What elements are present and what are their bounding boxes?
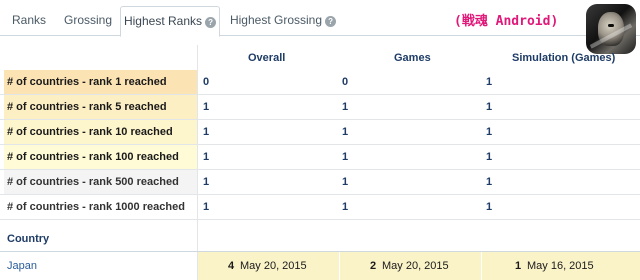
- country-header: Country: [7, 233, 50, 245]
- cell-value: 1: [486, 101, 493, 113]
- row-label: # of countries - rank 500 reached: [4, 170, 197, 194]
- table-header: Overall Games Simulation (Games): [0, 46, 640, 70]
- tab-highest-grossing[interactable]: Highest Grossing?: [224, 6, 342, 36]
- cell-value: 1: [486, 76, 493, 88]
- column-header-games: Games: [394, 52, 431, 64]
- cell-value: 1: [203, 151, 210, 163]
- cell-value: 1: [486, 201, 493, 213]
- cell-value: 0: [342, 76, 349, 88]
- rank-date: May 20, 2015: [382, 260, 449, 272]
- cell-value: 1: [486, 176, 493, 188]
- cell-value: 1: [203, 101, 210, 113]
- table-row: # of countries - rank 500 reached 1 1 1: [0, 170, 640, 195]
- country-cell-simulation-games: 1 May 16, 2015: [482, 252, 640, 280]
- country-cell-overall: 4 May 20, 2015: [198, 252, 339, 280]
- table-row: # of countries - rank 1000 reached 1 1 1: [0, 195, 640, 220]
- cell-value: 1: [342, 101, 349, 113]
- cell-value: 1: [342, 201, 349, 213]
- country-row: Japan 4 May 20, 2015 2 May 20, 2015 1 Ma…: [0, 251, 640, 280]
- country-link-japan[interactable]: Japan: [7, 260, 37, 272]
- column-header-overall: Overall: [248, 52, 286, 64]
- tab-highest-ranks-label: Highest Ranks: [123, 14, 203, 28]
- table-row: # of countries - rank 10 reached 1 1 1: [0, 120, 640, 145]
- app-title: (戦魂 Android): [454, 14, 559, 29]
- column-header-simulation-games: Simulation (Games): [512, 52, 616, 64]
- cell-value: 1: [203, 176, 210, 188]
- country-cell-games: 2 May 20, 2015: [340, 252, 481, 280]
- app-icon-eye: [608, 24, 614, 27]
- help-icon[interactable]: ?: [325, 16, 337, 27]
- help-icon[interactable]: ?: [205, 17, 217, 28]
- row-label: # of countries - rank 1000 reached: [4, 195, 197, 219]
- cell-value: 1: [203, 201, 210, 213]
- rank-value: 1: [515, 260, 522, 272]
- cell-value: 1: [342, 176, 349, 188]
- row-label: # of countries - rank 5 reached: [4, 95, 197, 119]
- row-label: # of countries - rank 1 reached: [4, 70, 197, 94]
- cell-value: 1: [203, 126, 210, 138]
- row-label: # of countries - rank 100 reached: [4, 145, 197, 169]
- rank-value: 4: [228, 260, 235, 272]
- cell-value: 1: [342, 126, 349, 138]
- cell-value: 0: [203, 76, 210, 88]
- row-label: # of countries - rank 10 reached: [4, 120, 197, 144]
- cell-value: 1: [486, 126, 493, 138]
- cell-value: 1: [342, 151, 349, 163]
- tab-highest-ranks[interactable]: Highest Ranks?: [120, 6, 220, 37]
- rank-value: 2: [370, 260, 377, 272]
- rank-date: May 20, 2015: [240, 260, 307, 272]
- tab-highest-grossing-label: Highest Grossing: [229, 13, 323, 27]
- tab-ranks[interactable]: Ranks: [6, 6, 52, 36]
- rank-date: May 16, 2015: [527, 260, 594, 272]
- table-row: # of countries - rank 5 reached 1 1 1: [0, 95, 640, 120]
- cell-value: 1: [486, 151, 493, 163]
- tab-grossing[interactable]: Grossing: [60, 6, 116, 36]
- table-row: # of countries - rank 1 reached 0 0 1: [0, 70, 640, 95]
- table-row: # of countries - rank 100 reached 1 1 1: [0, 145, 640, 170]
